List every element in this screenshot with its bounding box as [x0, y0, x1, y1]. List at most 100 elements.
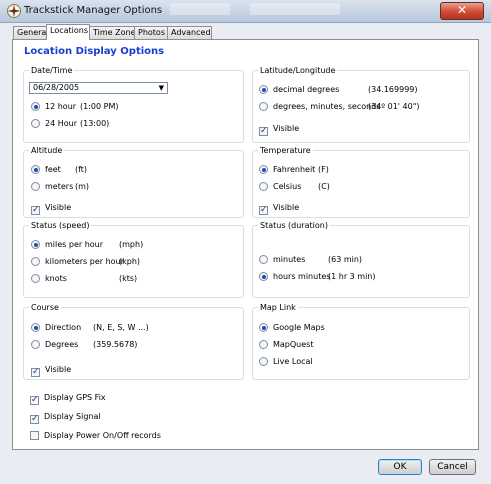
checkbox-label: Display Signal [44, 412, 101, 421]
example-text: (N, E, S, W ...) [93, 323, 149, 332]
tab-time-zone[interactable]: Time Zone [89, 26, 137, 39]
example-text: (1:00 PM) [80, 102, 119, 111]
visible-checkbox-temperature[interactable]: ✓ Visible [259, 202, 300, 215]
radio-feet[interactable]: feet [31, 164, 61, 176]
radio-label: kilometers per hour [45, 257, 124, 266]
display-power-records-checkbox[interactable]: Display Power On/Off records [30, 430, 161, 442]
map-link-group: Map Link Google Maps MapQuest Live Local [252, 303, 470, 380]
radio-indicator [259, 340, 268, 349]
checkbox-indicator: ✓ [259, 126, 268, 136]
radio-label: Direction [45, 323, 82, 332]
visible-checkbox-latlong[interactable]: ✓ Visible [259, 123, 300, 136]
radio-label: meters [45, 182, 74, 191]
radio-label: MapQuest [273, 340, 314, 349]
group-legend: Altitude [31, 146, 63, 155]
radio-fahrenheit[interactable]: Fahrenheit [259, 164, 315, 176]
checkbox-label: Visible [273, 203, 300, 212]
example-text: (m) [75, 182, 90, 191]
date-time-group: Date/Time 06/28/2005 ▼ 12 hour (1:00 PM)… [23, 66, 244, 143]
radio-label: Fahrenheit [273, 165, 316, 174]
checkbox-indicator [30, 431, 39, 440]
radio-hours-minutes[interactable]: hours minutes [259, 271, 330, 283]
group-legend: Course [31, 303, 59, 312]
checkbox-label: Visible [45, 203, 72, 212]
example-text: (mph) [119, 240, 144, 249]
radio-indicator [31, 257, 40, 266]
radio-meters[interactable]: meters [31, 181, 73, 193]
example-text: (13:00) [80, 119, 110, 128]
radio-kph[interactable]: kilometers per hour [31, 256, 124, 268]
example-text: (kts) [119, 274, 138, 283]
radio-indicator [31, 119, 40, 128]
checkbox-label: Visible [273, 124, 300, 133]
title-bar-glare [170, 3, 230, 15]
course-group: Course Direction (N, E, S, W ...) Degree… [23, 303, 244, 380]
tab-advanced[interactable]: Advanced [167, 26, 212, 39]
radio-mph[interactable]: miles per hour [31, 239, 103, 251]
status-speed-group: Status (speed) miles per hour (mph) kilo… [23, 221, 244, 298]
radio-24-hour[interactable]: 24 Hour [31, 118, 77, 130]
radio-12-hour[interactable]: 12 hour [31, 101, 76, 113]
tab-general[interactable]: General [13, 26, 49, 39]
temperature-group: Temperature Fahrenheit (F) Celsius (C) ✓… [252, 146, 470, 218]
date-select-value: 06/28/2005 [33, 83, 80, 92]
radio-label: hours minutes [273, 272, 331, 281]
group-legend: Status (duration) [260, 221, 328, 230]
example-text: (63 min) [328, 255, 363, 264]
example-text: (F) [318, 165, 329, 174]
group-legend: Date/Time [31, 66, 73, 75]
tab-photos[interactable]: Photos [134, 26, 170, 39]
radio-minutes[interactable]: minutes [259, 254, 305, 266]
radio-mapquest[interactable]: MapQuest [259, 339, 313, 351]
radio-indicator [31, 323, 40, 332]
checkbox-indicator: ✓ [31, 367, 40, 377]
page-title: Location Display Options [24, 46, 165, 57]
radio-label: Live Local [273, 357, 313, 366]
radio-live-local[interactable]: Live Local [259, 356, 313, 368]
radio-decimal-degrees[interactable]: decimal degrees [259, 84, 339, 96]
date-select[interactable]: 06/28/2005 ▼ [29, 82, 168, 94]
group-legend: Temperature [260, 146, 311, 155]
group-legend: Status (speed) [31, 221, 90, 230]
checkbox-indicator: ✓ [30, 414, 39, 424]
group-legend: Map Link [260, 303, 296, 312]
radio-indicator [259, 165, 268, 174]
window-title: Trackstick Manager Options [24, 5, 163, 16]
checkbox-indicator: ✓ [31, 205, 40, 215]
display-signal-checkbox[interactable]: ✓ Display Signal [30, 411, 101, 424]
checkbox-indicator: ✓ [259, 205, 268, 215]
display-gps-fix-checkbox[interactable]: ✓ Display GPS Fix [30, 392, 106, 405]
radio-label: miles per hour [45, 240, 104, 249]
example-text: (34.169999) [368, 85, 418, 94]
radio-indicator [259, 182, 268, 191]
title-bar-glare [250, 3, 340, 15]
radio-indicator [259, 272, 268, 281]
radio-indicator [31, 340, 40, 349]
radio-indicator [259, 85, 268, 94]
example-text: (kph) [119, 257, 141, 266]
radio-indicator [259, 357, 268, 366]
tab-locations[interactable]: Locations [46, 24, 90, 40]
cancel-button[interactable]: Cancel [429, 459, 476, 475]
radio-label: minutes [273, 255, 306, 264]
altitude-group: Altitude feet (ft) meters (m) ✓ Visible [23, 146, 244, 218]
ok-button[interactable]: OK [378, 459, 422, 475]
chevron-down-icon: ▼ [158, 84, 164, 92]
radio-google-maps[interactable]: Google Maps [259, 322, 325, 334]
radio-label: 24 Hour [45, 119, 77, 128]
example-text: (359.5678) [93, 340, 138, 349]
close-button[interactable]: ✕ [440, 2, 484, 20]
visible-checkbox-altitude[interactable]: ✓ Visible [31, 202, 72, 215]
radio-dms[interactable]: degrees, minutes, seconds [259, 101, 380, 113]
checkbox-label: Visible [45, 365, 72, 374]
radio-knots[interactable]: knots [31, 273, 67, 285]
radio-degrees[interactable]: Degrees [31, 339, 78, 351]
visible-checkbox-course[interactable]: ✓ Visible [31, 364, 72, 377]
radio-celsius[interactable]: Celsius [259, 181, 301, 193]
example-text: (34º 01' 40") [368, 102, 420, 111]
radio-indicator [31, 182, 40, 191]
example-text: (ft) [75, 165, 88, 174]
radio-direction[interactable]: Direction [31, 322, 81, 334]
radio-label: feet [45, 165, 61, 174]
radio-label: decimal degrees [273, 85, 340, 94]
